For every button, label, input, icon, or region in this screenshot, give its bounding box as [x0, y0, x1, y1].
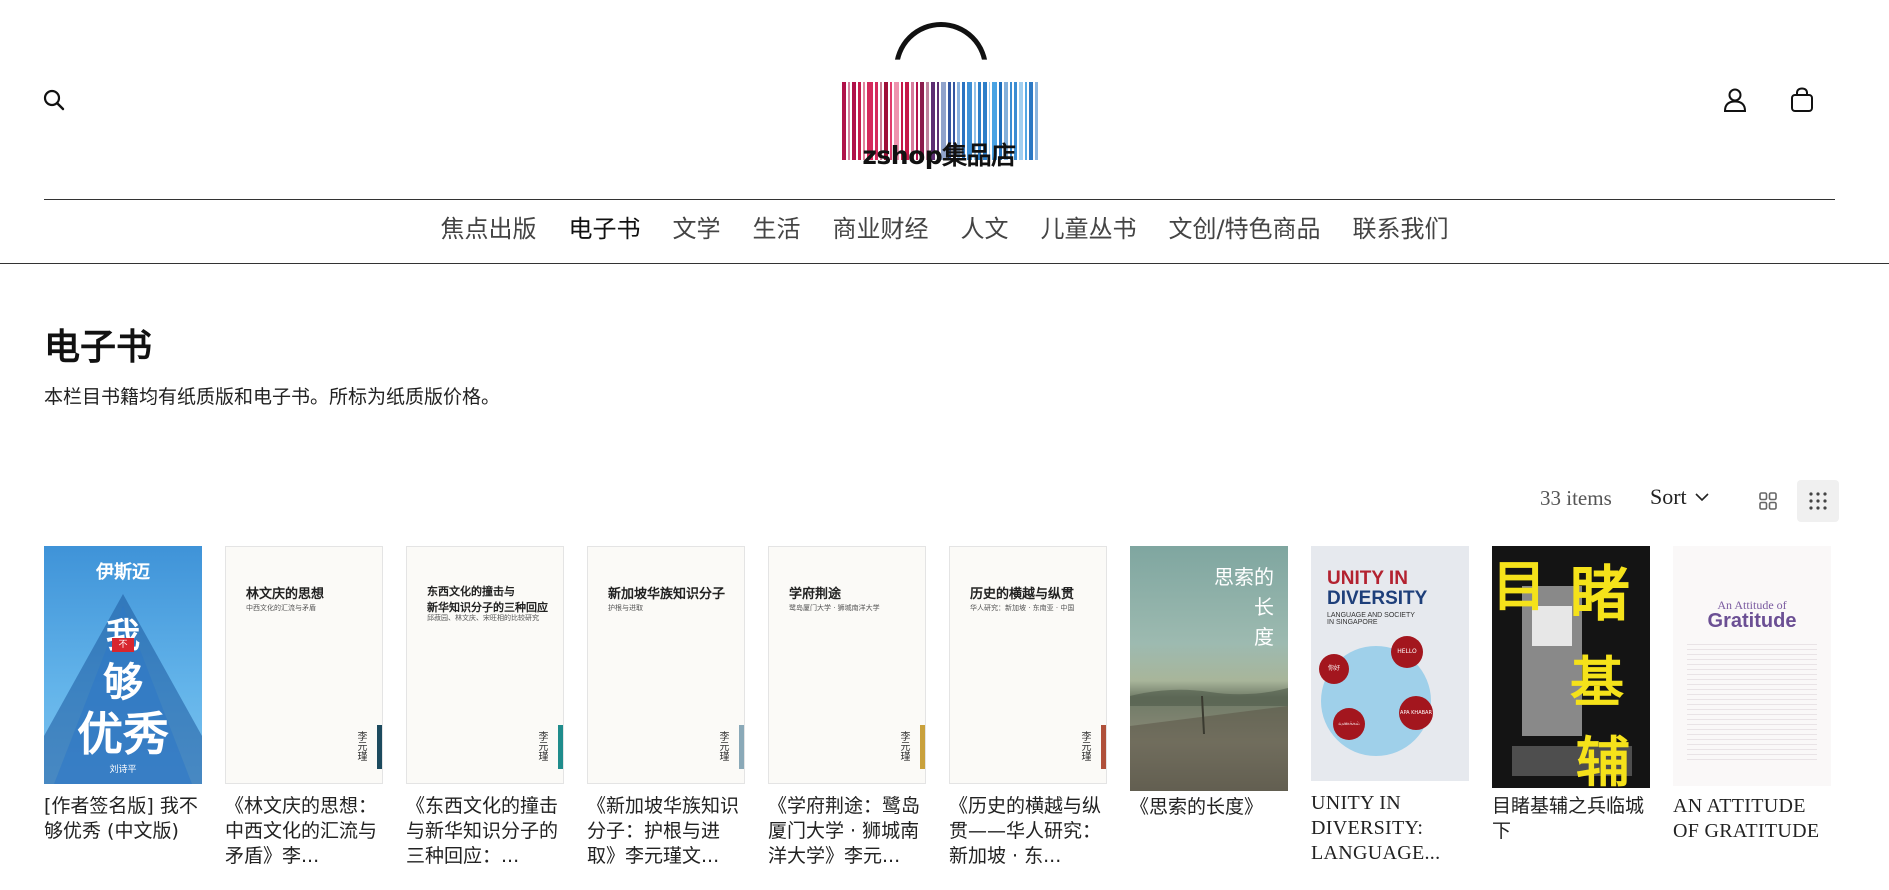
cart-icon[interactable] [1782, 80, 1822, 120]
grid-2-view-button[interactable] [1747, 480, 1789, 522]
cover-author: 李元瑾 [536, 731, 547, 761]
product-cover[interactable]: 目 睹 基 辅 [1492, 546, 1650, 788]
product-title[interactable]: 《思索的长度》 [1130, 795, 1288, 870]
cover-band [1101, 725, 1106, 769]
product-card[interactable]: 伊斯迈 我 不 够 优秀 刘诗平 [作者签名版] 我不够优秀 (中文版) [44, 546, 202, 869]
nav-item-life[interactable]: 生活 [752, 208, 800, 256]
product-card[interactable]: 思索的 长 度 《思索的长度》 [1130, 546, 1288, 870]
nav-item-focus[interactable]: 焦点出版 [440, 208, 536, 256]
product-card[interactable]: 东西文化的撞击与 新华知识分子的三种回应 邱菽园、林文庆、宋旺相的比较研究 李元… [406, 546, 564, 869]
logo-text: zshop集品店 [862, 141, 1016, 170]
cover-title: 林文庆的思想 [246, 587, 325, 602]
cover-author: 李元瑾 [1079, 731, 1090, 761]
page-title: 电子书 [44, 327, 153, 368]
product-title[interactable]: 《林文庆的思想：中西文化的汇流与矛盾》李... [225, 794, 383, 869]
product-cover[interactable]: An Attitude of Gratitude [1673, 546, 1831, 786]
product-cover[interactable]: 学府荆途 鹭岛厦门大学 · 狮城南洋大学 李元瑾 [768, 546, 926, 784]
search-icon[interactable] [34, 80, 74, 120]
page-description: 本栏目书籍均有纸质版和电子书。所标为纸质版价格。 [44, 386, 501, 408]
product-title[interactable]: 《新加坡华族知识分子：护根与进取》李元瑾文... [587, 794, 745, 869]
product-title[interactable]: AN ATTITUDE OF GRATITUDE [1673, 794, 1831, 869]
cover-subtitle: 护根与进取 [608, 604, 643, 612]
cover-char: 辅 [1576, 731, 1630, 788]
cover-author: 刘诗平 [109, 765, 137, 775]
cover-title-1: UNITY IN [1327, 568, 1408, 589]
product-title[interactable]: [作者签名版] 我不够优秀 (中文版) [44, 794, 202, 869]
cover-band [558, 725, 563, 769]
cover-band [377, 725, 382, 769]
nav-item-children[interactable]: 儿童丛书 [1040, 208, 1136, 256]
product-cover[interactable]: 伊斯迈 我 不 够 优秀 刘诗平 [44, 546, 202, 784]
nav-item-humanities[interactable]: 人文 [960, 208, 1008, 256]
nav-item-literature[interactable]: 文学 [672, 208, 720, 256]
cover-author: 李元瑾 [355, 731, 366, 761]
cover-band [739, 725, 744, 769]
chevron-down-icon [1695, 493, 1709, 502]
main-nav: 焦点出版 电子书 文学 生活 商业财经 人文 儿童丛书 文创/特色商品 联系我们 [0, 208, 1889, 256]
cover-bubble: வணக்கம் [1333, 708, 1365, 740]
cover-bubble: HELLO [1391, 636, 1423, 668]
product-card[interactable]: 林文庆的思想 中西文化的汇流与矛盾 李元瑾 《林文庆的思想：中西文化的汇流与矛盾… [225, 546, 383, 869]
cover-title: 学府荆途 [789, 587, 842, 602]
product-cover[interactable]: 思索的 长 度 [1130, 546, 1288, 791]
cover-subtitle: 鹭岛厦门大学 · 狮城南洋大学 [789, 604, 880, 612]
cover-title-3: 优秀 [77, 707, 169, 761]
nav-item-creative[interactable]: 文创/特色商品 [1168, 208, 1320, 256]
grid-4-icon [1809, 492, 1827, 510]
sort-dropdown[interactable]: Sort [1650, 484, 1709, 510]
grid-4-view-button[interactable] [1797, 480, 1839, 522]
product-cover[interactable]: UNITY IN DIVERSITY LANGUAGE AND SOCIETY … [1311, 546, 1469, 781]
account-icon[interactable] [1715, 80, 1755, 120]
site-logo[interactable]: zshop集品店 [836, 18, 1042, 170]
product-card[interactable]: 历史的横越与纵贯 华人研究：新加坡 · 东南亚 · 中国 李元瑾 《历史的横越与… [949, 546, 1107, 869]
cover-title: 东西文化的撞击与 新华知识分子的三种回应 [427, 585, 548, 614]
cover-author: 李元瑾 [717, 731, 728, 761]
cover-subtitle: 中西文化的汇流与矛盾 [246, 604, 316, 612]
product-cover[interactable]: 新加坡华族知识分子 护根与进取 李元瑾 [587, 546, 745, 784]
cover-bubble: 你好 [1319, 654, 1349, 684]
product-cover[interactable]: 林文庆的思想 中西文化的汇流与矛盾 李元瑾 [225, 546, 383, 784]
cover-title: 历史的横越与纵贯 [970, 587, 1075, 602]
cover-author-top: 伊斯迈 [96, 562, 150, 583]
product-title[interactable]: 《学府荆途：鹭岛厦门大学 · 狮城南洋大学》李元... [768, 794, 926, 869]
cover-author: 李元瑾 [898, 731, 909, 761]
nav-item-business[interactable]: 商业财经 [832, 208, 928, 256]
product-title[interactable]: 《历史的横越与纵贯——华人研究：新加坡 · 东... [949, 794, 1107, 869]
product-card[interactable]: 学府荆途 鹭岛厦门大学 · 狮城南洋大学 李元瑾 《学府荆途：鹭岛厦门大学 · … [768, 546, 926, 869]
sort-label: Sort [1650, 484, 1687, 509]
cover-title-2: DIVERSITY [1327, 588, 1428, 609]
product-title[interactable]: 目睹基辅之兵临城下 [1492, 794, 1650, 869]
cover-subtitle: 华人研究：新加坡 · 东南亚 · 中国 [970, 604, 1075, 612]
product-title[interactable]: 《东西文化的撞击与新华知识分子的三种回应：... [406, 794, 564, 869]
cover-band [920, 725, 925, 769]
cover-char: 睹 [1570, 560, 1630, 630]
cover-bubble: APA KHABAR [1399, 696, 1433, 730]
cover-char: 目 [1492, 555, 1546, 618]
product-title[interactable]: UNITY IN DIVERSITY: LANGUAGE... [1311, 791, 1469, 866]
product-card[interactable]: An Attitude of Gratitude AN ATTITUDE OF … [1673, 546, 1831, 869]
items-count: 33 items [1540, 486, 1612, 510]
product-card[interactable]: 新加坡华族知识分子 护根与进取 李元瑾 《新加坡华族知识分子：护根与进取》李元瑾… [587, 546, 745, 869]
nav-divider [0, 263, 1889, 264]
product-card[interactable]: 目 睹 基 辅 目睹基辅之兵临城下 [1492, 546, 1650, 869]
cover-title: 思索的 长 度 [1214, 565, 1274, 649]
cover-subtitle: 邱菽园、林文庆、宋旺相的比较研究 [427, 614, 539, 622]
nav-item-contact[interactable]: 联系我们 [1353, 208, 1449, 256]
product-cover[interactable]: 东西文化的撞击与 新华知识分子的三种回应 邱菽园、林文庆、宋旺相的比较研究 李元… [406, 546, 564, 784]
cover-text-lines [1687, 644, 1817, 764]
site-header: zshop集品店 [0, 0, 1889, 200]
product-card[interactable]: UNITY IN DIVERSITY LANGUAGE AND SOCIETY … [1311, 546, 1469, 866]
cover-title-2: Gratitude [1707, 610, 1797, 632]
cover-subtitle: LANGUAGE AND SOCIETY IN SINGAPORE [1327, 612, 1415, 626]
grid-2-icon [1759, 492, 1777, 510]
cover-title: 新加坡华族知识分子 [608, 587, 726, 602]
header-divider [44, 199, 1835, 200]
cover-char: 基 [1570, 651, 1624, 714]
nav-item-ebooks[interactable]: 电子书 [568, 208, 640, 256]
product-cover[interactable]: 历史的横越与纵贯 华人研究：新加坡 · 东南亚 · 中国 李元瑾 [949, 546, 1107, 784]
